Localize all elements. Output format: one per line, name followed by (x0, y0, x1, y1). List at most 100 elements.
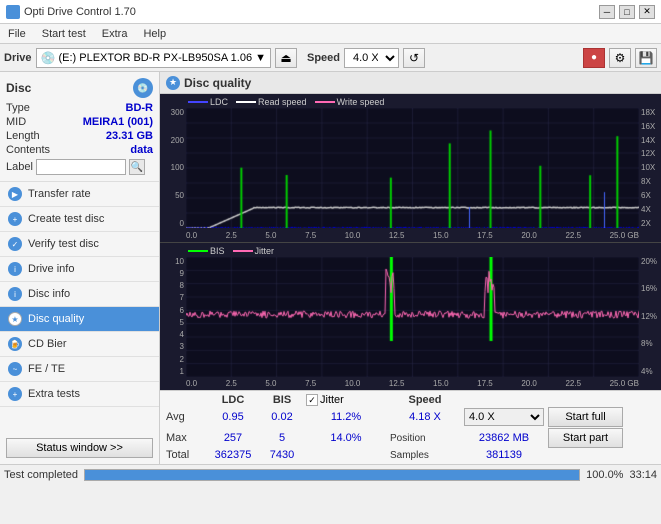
stats-samples-value: 381139 (464, 449, 544, 461)
speed-label: Speed (307, 52, 340, 64)
nav-icon-transfer-rate: ▶ (8, 187, 22, 201)
chart-top-y-right: 18X16X14X12X10X8X6X4X2X (639, 108, 661, 228)
menu-extra[interactable]: Extra (98, 27, 132, 41)
jitter-checkbox[interactable]: ✓ (306, 394, 318, 406)
speed-select[interactable]: 4.0 X 2.0 X 8.0 X (344, 48, 399, 68)
sidebar-item-disc-info[interactable]: i Disc info (0, 282, 159, 307)
chart-bottom-y-right: 20%16%12%8%4% (639, 257, 661, 377)
nav-icon-create-test-disc: + (8, 212, 22, 226)
stats-avg-speed: 4.18 X (390, 411, 460, 423)
nav-label-extra-tests: Extra tests (28, 388, 80, 400)
disc-label-input[interactable] (36, 159, 126, 175)
chart-top-legend: LDC Read speed Write speed (188, 97, 384, 107)
menu-start-test[interactable]: Start test (38, 27, 90, 41)
stats-avg-bis: 0.02 (262, 411, 302, 423)
sidebar: Disc 💿 Type BD-R MID MEIRA1 (001) Length… (0, 72, 160, 464)
disc-mid-value: MEIRA1 (001) (83, 116, 153, 128)
drive-value: (E:) PLEXTOR BD-R PX-LB950SA 1.06 (58, 52, 252, 64)
app-title: Opti Drive Control 1.70 (24, 6, 136, 18)
nav-label-disc-quality: Disc quality (28, 313, 84, 325)
chart-bottom: BIS Jitter 10987654321 20%16%12%8%4% 0.0… (160, 243, 661, 391)
stats-total-label: Total (166, 449, 204, 461)
chart-top-x-axis: 0.02.55.07.510.012.515.017.520.022.525.0… (186, 231, 639, 240)
nav-label-drive-info: Drive info (28, 263, 74, 275)
stats-max-bis: 5 (262, 432, 302, 444)
status-window-button[interactable]: Status window >> (6, 438, 153, 458)
chart-bottom-canvas (186, 257, 639, 377)
start-part-button[interactable]: Start part (548, 428, 623, 448)
disc-length-label: Length (6, 130, 40, 142)
menu-bar: File Start test Extra Help (0, 24, 661, 44)
disc-length-value: 23.31 GB (106, 130, 153, 142)
drive-select[interactable]: 💿 (E:) PLEXTOR BD-R PX-LB950SA 1.06 ▼ (36, 48, 271, 68)
stats-max-label: Max (166, 432, 204, 444)
content-area: ★ Disc quality LDC Read speed Write spee… (160, 72, 661, 464)
disc-section-title: Disc (6, 81, 31, 95)
chart-top: LDC Read speed Write speed 300200100500 … (160, 94, 661, 243)
disc-quality-icon: ★ (166, 76, 180, 90)
stats-max-ldc: 257 (208, 432, 258, 444)
maximize-button[interactable]: □ (619, 5, 635, 19)
stats-avg-jitter: 11.2% (306, 411, 386, 423)
chart-top-canvas (186, 108, 639, 228)
nav-icon-extra-tests: + (8, 387, 22, 401)
sidebar-item-fe-te[interactable]: ~ FE / TE (0, 357, 159, 382)
save-button[interactable]: 💾 (635, 48, 657, 68)
stats-speed-header: Speed (390, 394, 460, 406)
eject-button[interactable]: ⏏ (275, 48, 297, 68)
jitter-label: Jitter (320, 394, 344, 406)
sidebar-item-cd-bier[interactable]: 🍺 CD Bier (0, 332, 159, 357)
status-text: Test completed (4, 469, 78, 481)
bottom-bar: Test completed 100.0% 33:14 (0, 464, 661, 484)
nav-menu: ▶ Transfer rate + Create test disc ✓ Ver… (0, 182, 159, 407)
burn-icon-button[interactable]: ● (583, 48, 605, 68)
menu-help[interactable]: Help (139, 27, 170, 41)
speed-quality-select[interactable]: 4.0 X 2.0 X (464, 408, 544, 426)
disc-quality-title: Disc quality (184, 76, 251, 90)
chart-bottom-legend: BIS Jitter (188, 246, 274, 256)
nav-label-create-test-disc: Create test disc (28, 213, 104, 225)
chart-bottom-y-left: 10987654321 (160, 257, 186, 377)
start-full-button[interactable]: Start full (548, 407, 623, 427)
disc-section: Disc 💿 Type BD-R MID MEIRA1 (001) Length… (0, 72, 159, 182)
sidebar-item-drive-info[interactable]: i Drive info (0, 257, 159, 282)
minimize-button[interactable]: ─ (599, 5, 615, 19)
nav-icon-cd-bier: 🍺 (8, 337, 22, 351)
stats-samples-label: Samples (390, 450, 460, 461)
sidebar-item-create-test-disc[interactable]: + Create test disc (0, 207, 159, 232)
progress-bar (84, 469, 580, 481)
sidebar-item-disc-quality[interactable]: ★ Disc quality (0, 307, 159, 332)
disc-icon: 💿 (133, 78, 153, 98)
menu-file[interactable]: File (4, 27, 30, 41)
main-area: Disc 💿 Type BD-R MID MEIRA1 (001) Length… (0, 72, 661, 464)
nav-icon-disc-quality: ★ (8, 312, 22, 326)
nav-label-fe-te: FE / TE (28, 363, 65, 375)
drive-dropdown-arrow[interactable]: ▼ (255, 52, 266, 64)
nav-icon-fe-te: ~ (8, 362, 22, 376)
progress-text: 100.0% (586, 469, 623, 481)
app-icon (6, 5, 20, 19)
close-button[interactable]: ✕ (639, 5, 655, 19)
disc-quality-header: ★ Disc quality (160, 72, 661, 94)
refresh-button[interactable]: ↺ (403, 48, 425, 68)
sidebar-item-extra-tests[interactable]: + Extra tests (0, 382, 159, 407)
disc-type-label: Type (6, 102, 30, 114)
sidebar-item-verify-test-disc[interactable]: ✓ Verify test disc (0, 232, 159, 257)
charts-area: LDC Read speed Write speed 300200100500 … (160, 94, 661, 390)
nav-label-verify-test-disc: Verify test disc (28, 238, 99, 250)
stats-panel: LDC BIS ✓ Jitter Speed Avg 0.95 0.02 11.… (160, 390, 661, 464)
settings-button[interactable]: ⚙ (609, 48, 631, 68)
nav-label-cd-bier: CD Bier (28, 338, 67, 350)
stats-max-jitter: 14.0% (306, 432, 386, 444)
stats-bis-header: BIS (262, 394, 302, 406)
nav-icon-verify-test-disc: ✓ (8, 237, 22, 251)
toolbar: Drive 💿 (E:) PLEXTOR BD-R PX-LB950SA 1.0… (0, 44, 661, 72)
disc-label-label: Label (6, 161, 33, 173)
nav-label-transfer-rate: Transfer rate (28, 188, 91, 200)
disc-mid-label: MID (6, 116, 26, 128)
title-bar: Opti Drive Control 1.70 ─ □ ✕ (0, 0, 661, 24)
disc-label-btn[interactable]: 🔍 (129, 159, 145, 175)
nav-icon-disc-info: i (8, 287, 22, 301)
sidebar-item-transfer-rate[interactable]: ▶ Transfer rate (0, 182, 159, 207)
window-controls[interactable]: ─ □ ✕ (599, 5, 655, 19)
